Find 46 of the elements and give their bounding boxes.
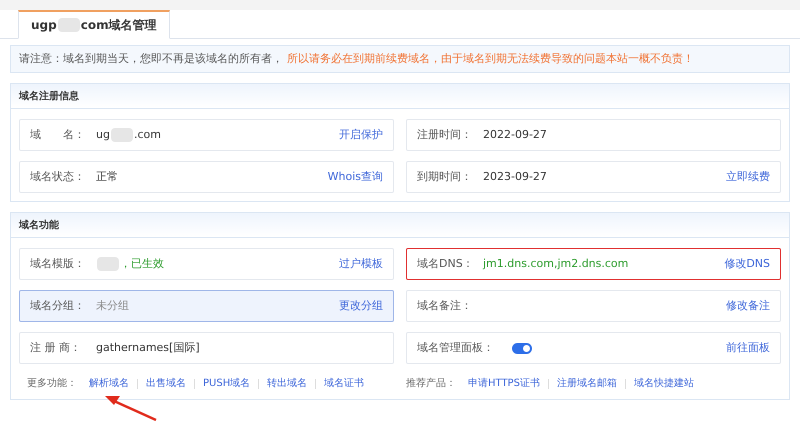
field-label: 域名备注： (417, 298, 473, 314)
function-link[interactable]: PUSH域名 (203, 376, 250, 391)
domain-tab[interactable]: ugp com域名管理 (18, 10, 170, 39)
field-label: 域名状态： (30, 168, 86, 185)
action-link[interactable]: 修改备注 (726, 298, 770, 314)
action-link[interactable]: 更改分组 (339, 298, 383, 314)
function-link[interactable]: 出售域名 (146, 376, 186, 391)
links-label: 更多功能： (27, 376, 77, 391)
field-label: 域名管理面板： (417, 340, 494, 356)
field-label: 注 册 商： (30, 340, 82, 356)
field-value: 2023-09-27 (483, 168, 547, 185)
action-link[interactable]: 过户模板 (339, 256, 383, 272)
redaction-blur (110, 128, 133, 142)
field-value: jm1.dns.com,jm2.dns.com (483, 256, 628, 272)
redaction-blur (58, 18, 80, 32)
function-link[interactable]: 申请HTTPS证书 (468, 376, 540, 391)
field-value: ug (96, 126, 110, 143)
field-label: 域名模版： (30, 256, 86, 272)
links-label: 推荐产品： (406, 376, 456, 391)
action-link[interactable]: 前往面板 (726, 340, 770, 356)
field-label: 到期时间： (417, 168, 473, 185)
field-value: .com (134, 126, 161, 143)
field-value: 2022-09-27 (483, 126, 547, 143)
field-value: 正常 (96, 168, 118, 185)
field-value: ，已生效 (120, 256, 164, 272)
section-title: 域名功能 (19, 218, 59, 232)
field-value: gathernames[国际] (96, 340, 200, 356)
action-link[interactable]: Whois查询 (328, 168, 383, 186)
function-link[interactable]: 注册域名邮箱 (556, 376, 617, 391)
function-link[interactable]: 域名证书 (324, 376, 364, 391)
action-link[interactable]: 立即续费 (726, 168, 770, 186)
section-title: 域名注册信息 (19, 89, 79, 104)
function-link[interactable]: 转出域名 (267, 376, 308, 391)
function-link[interactable]: 域名快捷建站 (634, 376, 694, 391)
warning-text: 所以请务必在到期前续费域名，由于域名到期无法续费导致的问题本站一概不负责！ (287, 50, 694, 67)
action-link[interactable]: 修改DNS (724, 256, 770, 272)
function-link[interactable]: 解析域名 (89, 376, 129, 391)
field-label: 域 名： (30, 126, 86, 143)
notice-text: 请注意：域名到期当天，您即不再是该域名的所有者， (19, 50, 283, 67)
action-link[interactable]: 开启保护 (339, 126, 383, 144)
field-label: 域名分组： (30, 298, 86, 314)
field-label: 注册时间： (417, 126, 473, 143)
field-value: 未分组 (96, 298, 129, 314)
toggle-switch[interactable] (512, 342, 532, 354)
redaction-blur (97, 257, 119, 271)
field-label: 域名DNS： (417, 256, 475, 272)
